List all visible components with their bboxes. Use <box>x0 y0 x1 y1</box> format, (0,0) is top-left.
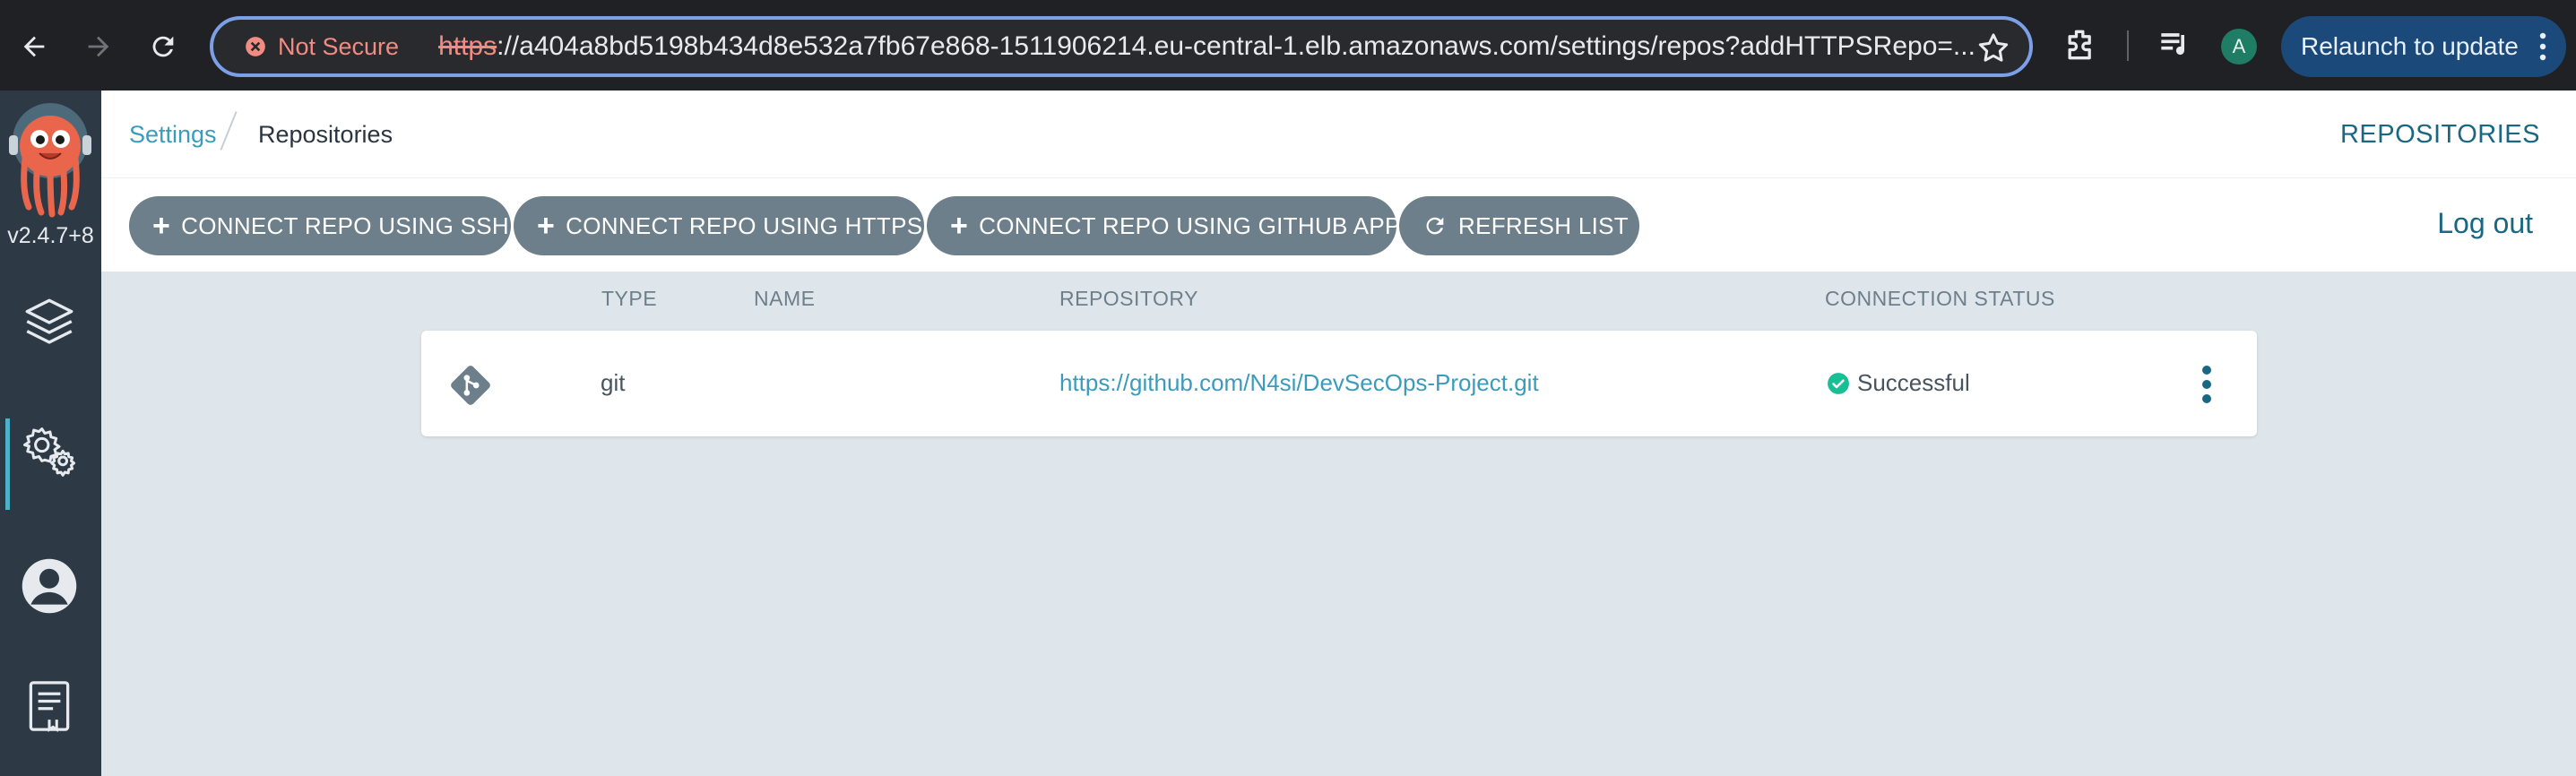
column-header-type: TYPE <box>601 287 658 310</box>
address-bar[interactable]: Not Secure https://a404a8bd5198b434d8e53… <box>210 16 2033 77</box>
table-row[interactable]: git https://github.com/N4si/DevSecOps-Pr… <box>421 331 2257 436</box>
sidebar: v2.4.7+8 <box>0 91 101 776</box>
connect-https-label: CONNECT REPO USING HTTPS <box>566 211 923 239</box>
connect-https-button[interactable]: + CONNECT REPO USING HTTPS <box>514 196 924 255</box>
relaunch-button[interactable]: Relaunch to update <box>2281 16 2566 77</box>
reload-icon <box>152 36 174 57</box>
gear-icon <box>22 427 76 477</box>
refresh-list-label: REFRESH LIST <box>1458 211 1629 239</box>
security-label: Not Secure <box>278 32 400 60</box>
back-button[interactable] <box>7 20 61 73</box>
column-header-name: NAME <box>754 287 816 310</box>
extensions-icon[interactable] <box>2062 25 2101 65</box>
plus-icon: + <box>537 209 556 243</box>
column-header-repository: REPOSITORY <box>1059 287 1198 310</box>
column-header-connection-status: CONNECTION STATUS <box>1825 287 2055 310</box>
more-vert-icon <box>2539 32 2546 61</box>
arrow-left-icon <box>23 36 45 57</box>
browser-toolbar: Not Secure https://a404a8bd5198b434d8e53… <box>0 0 2576 91</box>
row-type: git <box>601 369 626 396</box>
forward-button[interactable] <box>72 20 125 73</box>
nav-applications[interactable] <box>18 291 81 354</box>
nav-active-indicator <box>5 418 10 510</box>
top-bar: Settings Repositories REPOSITORIES <box>101 91 2576 178</box>
page-title: REPOSITORIES <box>2339 120 2540 149</box>
user-icon <box>22 558 77 614</box>
git-icon <box>451 366 490 405</box>
breadcrumb-current: Repositories <box>258 121 393 148</box>
connect-github-app-label: CONNECT REPO USING GITHUB APP <box>979 211 1401 239</box>
check-circle-icon <box>1828 372 1849 394</box>
warning-circle-icon <box>246 37 265 56</box>
profile-avatar[interactable]: A <box>2221 29 2257 65</box>
plus-icon: + <box>152 209 171 243</box>
url-scheme: https <box>438 31 497 61</box>
security-chip[interactable]: Not Secure <box>231 25 411 68</box>
connect-ssh-button[interactable]: + CONNECT REPO USING SSH <box>129 196 511 255</box>
row-connection-status: Successful <box>1827 369 1970 397</box>
refresh-icon <box>1426 217 1444 235</box>
toolbar-divider <box>2127 30 2129 61</box>
refresh-list-button[interactable]: REFRESH LIST <box>1399 196 1639 255</box>
nav-docs[interactable] <box>18 675 81 737</box>
nav-settings[interactable] <box>18 418 81 481</box>
url-text[interactable]: https://a404a8bd5198b434d8e532a7fb67e868… <box>438 31 1980 62</box>
layers-icon <box>25 298 73 344</box>
status-label: Successful <box>1857 369 1970 396</box>
row-menu-kebab-icon[interactable] <box>2200 365 2213 404</box>
connect-github-app-button[interactable]: + CONNECT REPO USING GITHUB APP <box>927 196 1400 255</box>
connect-ssh-label: CONNECT REPO USING SSH <box>181 211 509 239</box>
argo-logo[interactable] <box>5 101 95 218</box>
media-control-icon[interactable] <box>2155 25 2194 65</box>
logout-link[interactable]: Log out <box>2437 207 2533 240</box>
breadcrumb-separator <box>220 111 238 151</box>
arrow-right-icon <box>88 36 109 57</box>
plus-icon: + <box>950 209 969 243</box>
url-rest: ://a404a8bd5198b434d8e532a7fb67e868-1511… <box>497 31 1975 61</box>
bookmark-star-icon[interactable] <box>1975 30 2011 66</box>
version-label: v2.4.7+8 <box>7 223 94 248</box>
docs-icon <box>29 681 70 732</box>
nav-user-info[interactable] <box>18 555 81 617</box>
breadcrumb-settings-link[interactable]: Settings <box>129 121 217 149</box>
action-toolbar: + CONNECT REPO USING SSH + CONNECT REPO … <box>101 178 2576 272</box>
row-repository-link[interactable]: https://github.com/N4si/DevSecOps-Projec… <box>1059 369 1539 397</box>
relaunch-label: Relaunch to update <box>2301 32 2519 60</box>
reload-button[interactable] <box>136 20 190 73</box>
